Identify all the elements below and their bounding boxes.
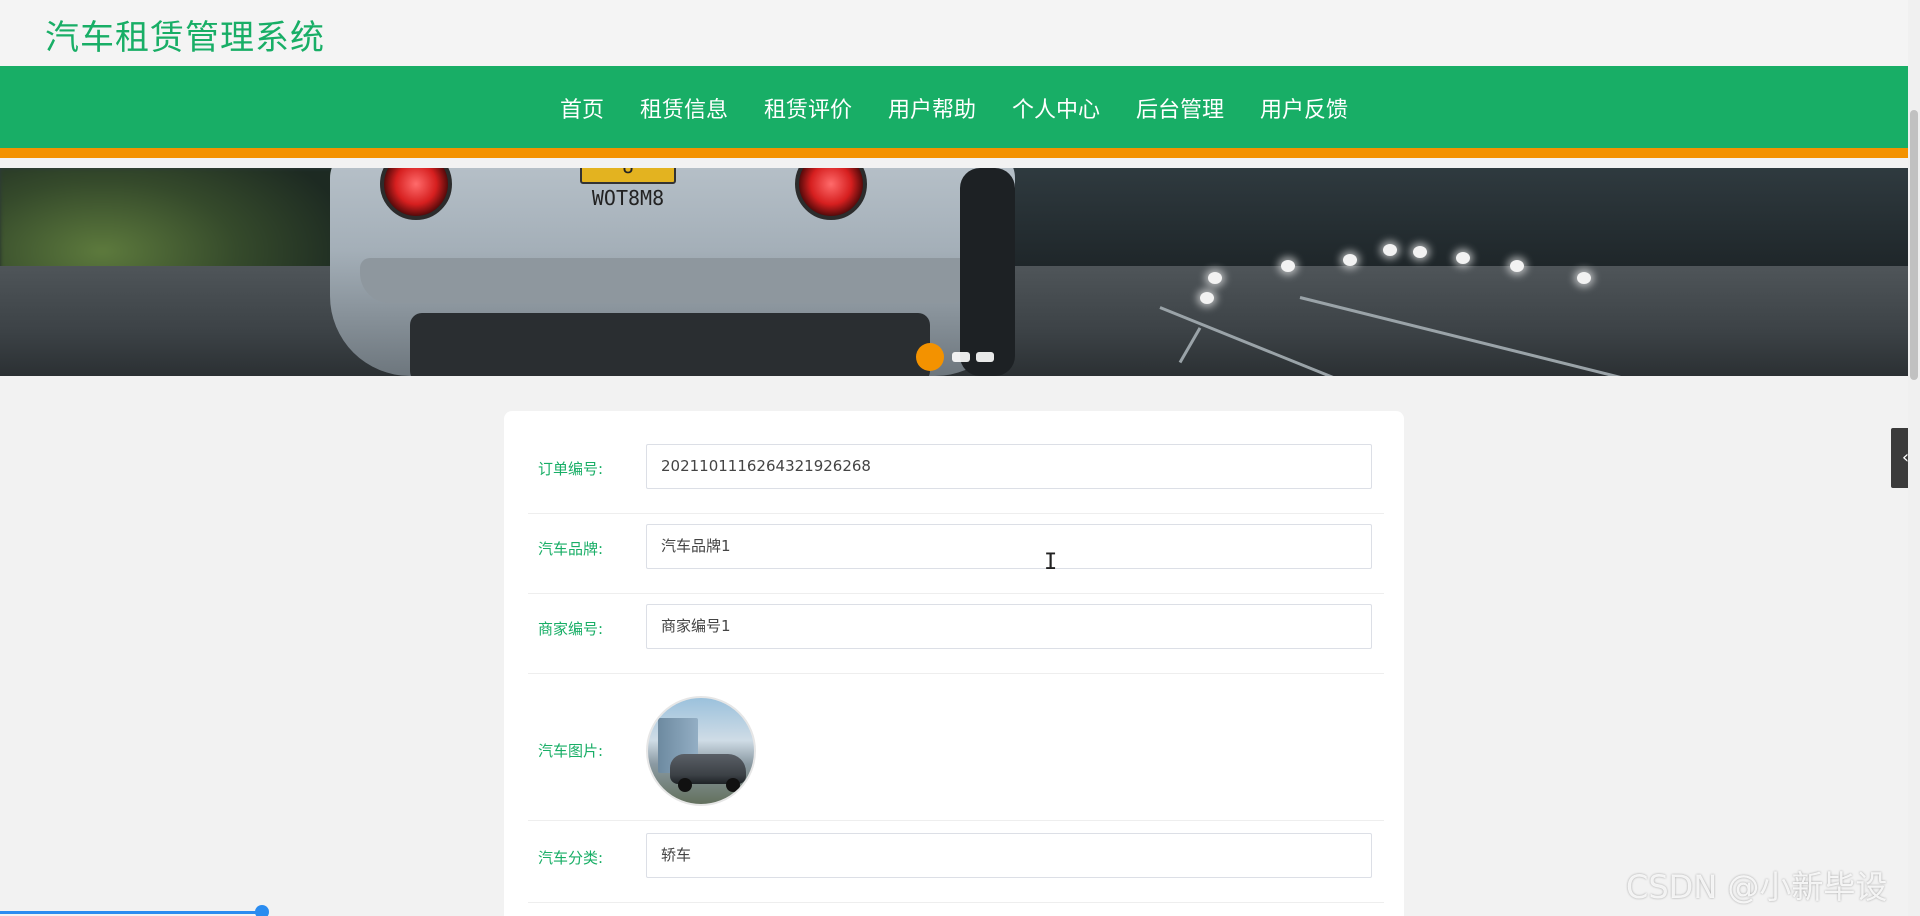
nav-item-rental-info[interactable]: 租赁信息 bbox=[640, 92, 728, 124]
carousel-dot[interactable] bbox=[952, 352, 970, 362]
order-number-label: 订单编号: bbox=[538, 460, 604, 478]
video-progress-bar[interactable] bbox=[0, 911, 262, 914]
form-row-order-number: 订单编号: 20211011162643219262​68 bbox=[528, 444, 1384, 514]
nav-item-home[interactable]: 首页 bbox=[560, 92, 604, 124]
form-row-car-brand: 汽车品牌: 汽车品牌1 bbox=[528, 524, 1384, 594]
form-row-car-category: 汽车分类: 轿车 bbox=[528, 833, 1384, 903]
car-category-label: 汽车分类: bbox=[538, 849, 604, 867]
form-row-merchant-number: 商家编号: 商家编号1 bbox=[528, 604, 1384, 674]
site-title[interactable]: 汽车租赁管理系统 bbox=[45, 10, 325, 59]
car-underbody bbox=[410, 313, 930, 376]
car-category-field[interactable]: 轿车 bbox=[646, 833, 1372, 878]
car-image-label: 汽车图片: bbox=[538, 742, 604, 760]
tail-light-right bbox=[795, 168, 867, 220]
page-scrollbar[interactable] bbox=[1908, 0, 1920, 916]
photo-wheel bbox=[726, 778, 740, 792]
video-progress-knob[interactable] bbox=[255, 905, 269, 916]
carousel-dot-active[interactable] bbox=[916, 343, 944, 371]
nav-item-admin[interactable]: 后台管理 bbox=[1136, 92, 1224, 124]
tail-light-left bbox=[380, 168, 452, 220]
order-detail-form: 订单编号: 20211011162643219262​68 汽车品牌: 汽车品牌… bbox=[504, 411, 1404, 916]
car-brand-label: 汽车品牌: bbox=[538, 540, 604, 558]
main-nav: 首页 租赁信息 租赁评价 用户帮助 个人中心 后台管理 用户反馈 bbox=[0, 66, 1908, 158]
text-cursor-icon: I bbox=[1044, 550, 1058, 575]
scrollbar-thumb[interactable] bbox=[1910, 110, 1918, 380]
watermark: CSDN @小新毕设 bbox=[1626, 868, 1888, 906]
form-row-car-image: 汽车图片: bbox=[528, 674, 1384, 821]
merchant-number-label: 商家编号: bbox=[538, 620, 604, 638]
car-brand-field[interactable]: 汽车品牌1 bbox=[646, 524, 1372, 569]
car-image-thumbnail[interactable] bbox=[646, 696, 756, 806]
nav-item-personal-center[interactable]: 个人中心 bbox=[1012, 92, 1100, 124]
nav-item-feedback[interactable]: 用户反馈 bbox=[1260, 92, 1348, 124]
top-header: 汽车租赁管理系统 bbox=[0, 0, 1908, 66]
nav-item-rental-review[interactable]: 租赁评价 bbox=[764, 92, 852, 124]
nav-item-user-help[interactable]: 用户帮助 bbox=[888, 92, 976, 124]
photo-wheel bbox=[678, 778, 692, 792]
carousel-indicators bbox=[916, 343, 1000, 371]
license-plate: U WOT8M8 bbox=[580, 168, 676, 210]
carousel-dot[interactable] bbox=[976, 352, 994, 362]
banner-car: U WOT8M8 bbox=[330, 168, 1015, 376]
car-bumper bbox=[360, 258, 980, 303]
merchant-number-field[interactable]: 商家编号1 bbox=[646, 604, 1372, 649]
order-number-field[interactable]: 20211011162643219262​68 bbox=[646, 444, 1372, 489]
